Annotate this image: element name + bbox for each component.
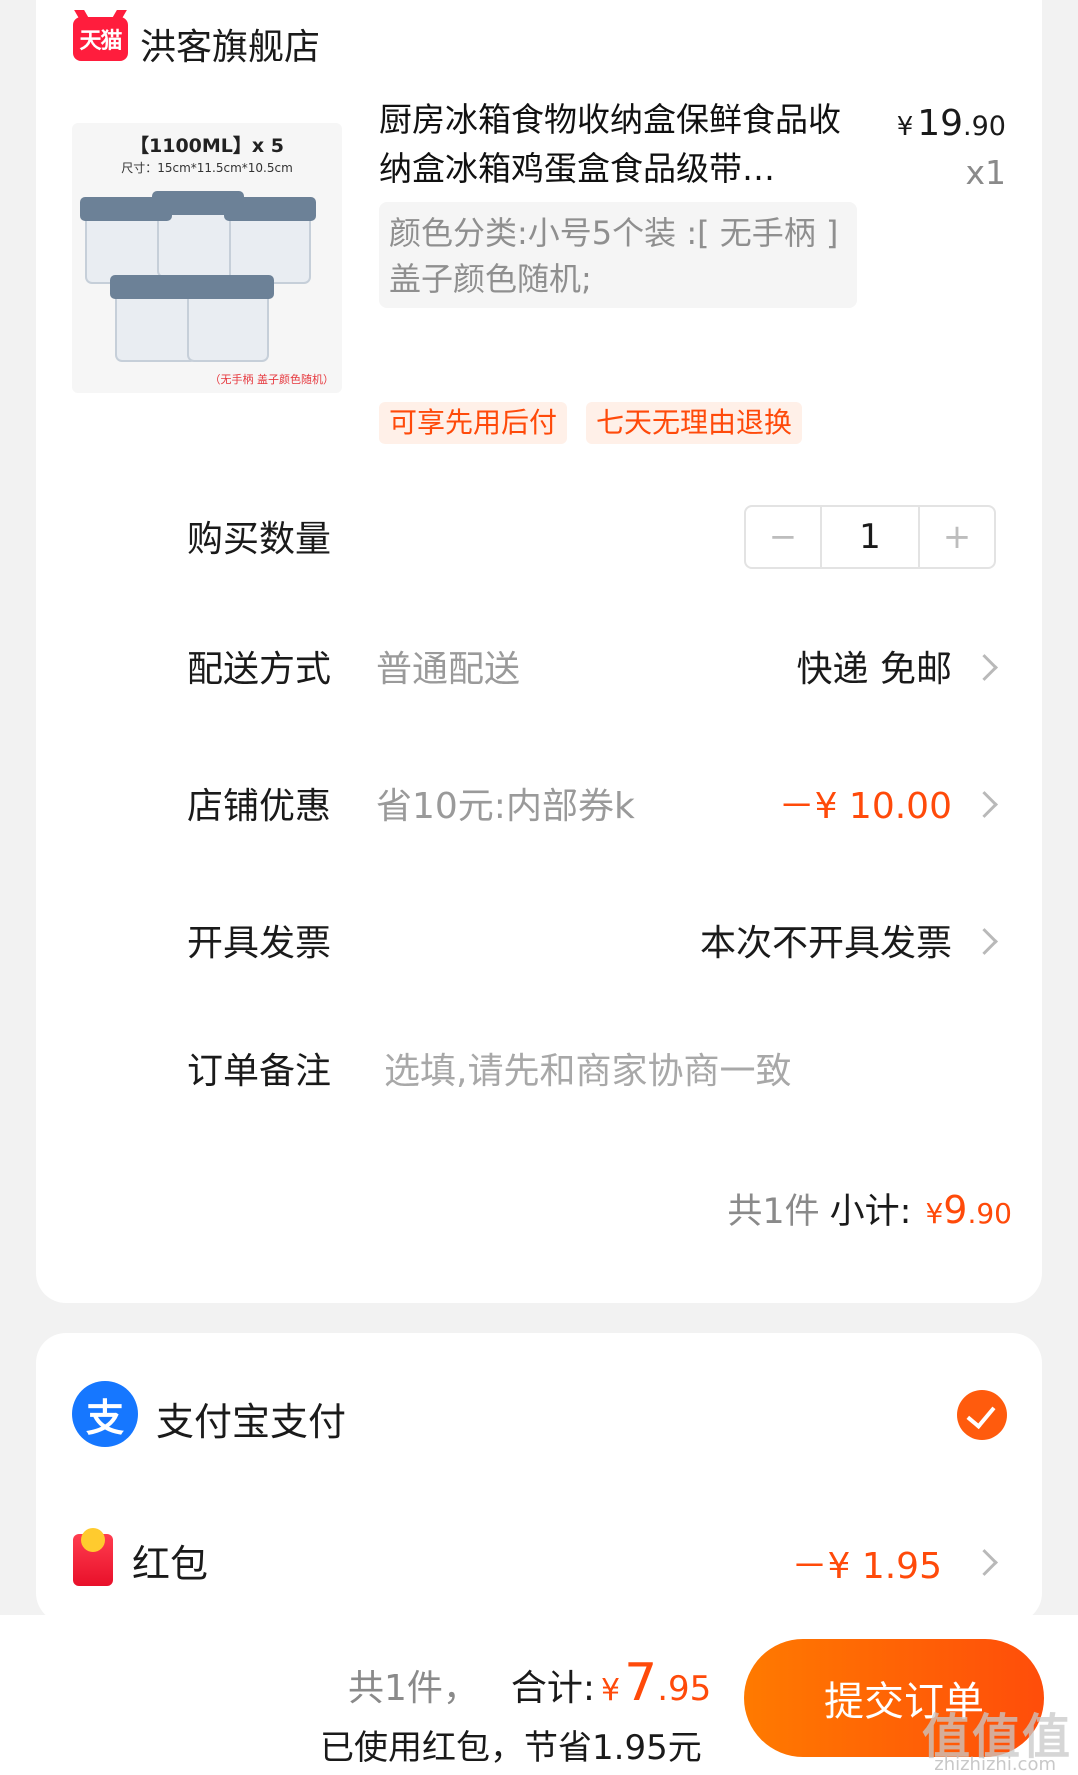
shop-name[interactable]: 洪客旗舰店 <box>140 18 320 70</box>
tmall-logo-text: 天猫 <box>79 29 122 54</box>
delivery-value[interactable]: 快递 免邮 <box>797 640 952 692</box>
total-count: 共1件， <box>348 1668 479 1709</box>
checkout-bar: 共1件， 合计: ¥7.95 已使用红包，节省1.95元 提交订单 值值值 zhiz… <box>0 1615 1078 1775</box>
chevron-right-icon[interactable] <box>971 928 998 955</box>
total-label: 合计: <box>510 1668 596 1709</box>
total-line: 共1件， 合计: ¥7.95 <box>348 1653 711 1713</box>
quantity-value[interactable]: 1 <box>820 507 920 567</box>
total-currency: ¥ <box>601 1673 621 1708</box>
product-image[interactable]: 【1100ML】x 5 尺寸：15cm*11.5cm*10.5cm （无手柄 盖… <box>72 123 342 393</box>
chevron-right-icon[interactable] <box>971 1549 998 1576</box>
payment-card: 支 支付宝支付 红包 －¥ 1.95 <box>36 1333 1042 1623</box>
storage-boxes-illustration <box>80 191 316 362</box>
delivery-label: 配送方式 <box>187 649 332 690</box>
image-note: （无手柄 盖子颜色随机） <box>209 373 335 386</box>
invoice-label: 开具发票 <box>187 923 332 964</box>
alipay-label[interactable]: 支付宝支付 <box>156 1391 346 1446</box>
total-integer: 7 <box>624 1653 658 1713</box>
discount-label: 店铺优惠 <box>187 786 332 827</box>
delivery-sub: 普通配送 <box>376 649 521 690</box>
selected-check-icon[interactable] <box>957 1390 1007 1440</box>
product-title[interactable]: 厨房冰箱食物收纳盒保鲜食品收纳盒冰箱鸡蛋盒食品级带… <box>379 95 859 193</box>
discount-value[interactable]: －¥ 10.00 <box>779 777 952 829</box>
invoice-value[interactable]: 本次不开具发票 <box>700 914 952 966</box>
watermark-url: zhizhizhi.com <box>934 1754 1056 1775</box>
price-decimal: .90 <box>963 111 1006 142</box>
subtotal-integer: 9 <box>943 1188 968 1232</box>
subtotal-count: 共1件 <box>727 1192 820 1232</box>
subtotal-currency: ¥ <box>925 1197 944 1230</box>
total-decimal: .95 <box>657 1669 712 1709</box>
total-amount: ¥7.95 <box>601 1653 712 1713</box>
note-label: 订单备注 <box>187 1051 332 1092</box>
subtotal-label: 小计: <box>829 1192 912 1232</box>
tag-pay-later: 可享先用后付 <box>379 402 568 444</box>
tmall-logo-icon: 天猫 <box>73 17 128 61</box>
alipay-icon-text: 支 <box>85 1395 124 1440</box>
price-currency: ¥ <box>896 112 914 142</box>
tag-free-return: 七天无理由退换 <box>586 402 803 444</box>
product-price: ¥19.90 <box>897 103 1006 144</box>
subtotal-amount: ¥9.90 <box>925 1188 1012 1232</box>
note-input[interactable]: 选填,请先和商家协商一致 <box>384 1042 791 1094</box>
subtotal-decimal: .90 <box>967 1197 1012 1230</box>
product-spec[interactable]: 颜色分类:小号5个装 :[ 无手柄 ] 盖子颜色随机; <box>379 202 857 308</box>
chevron-right-icon[interactable] <box>971 791 998 818</box>
increase-button[interactable]: + <box>920 507 994 567</box>
red-packet-icon <box>73 1528 113 1586</box>
saved-note: 已使用红包，节省1.95元 <box>320 1728 702 1768</box>
decrease-button[interactable]: − <box>746 507 820 567</box>
quantity-stepper[interactable]: − 1 + <box>744 505 996 569</box>
quantity-label: 购买数量 <box>187 519 332 560</box>
order-card: 天猫 洪客旗舰店 【1100ML】x 5 尺寸：15cm*11.5cm*10.5… <box>36 0 1042 1303</box>
price-integer: 19 <box>917 103 964 144</box>
subtotal: 共1件 小计: ¥9.90 <box>727 1183 1012 1234</box>
discount-sub: 省10元:内部券k <box>376 786 635 827</box>
chevron-right-icon[interactable] <box>971 654 998 681</box>
red-packet-label[interactable]: 红包 <box>132 1533 208 1588</box>
alipay-icon: 支 <box>72 1381 138 1447</box>
red-packet-value[interactable]: －¥ 1.95 <box>791 1537 942 1589</box>
product-quantity: x1 <box>965 153 1006 192</box>
